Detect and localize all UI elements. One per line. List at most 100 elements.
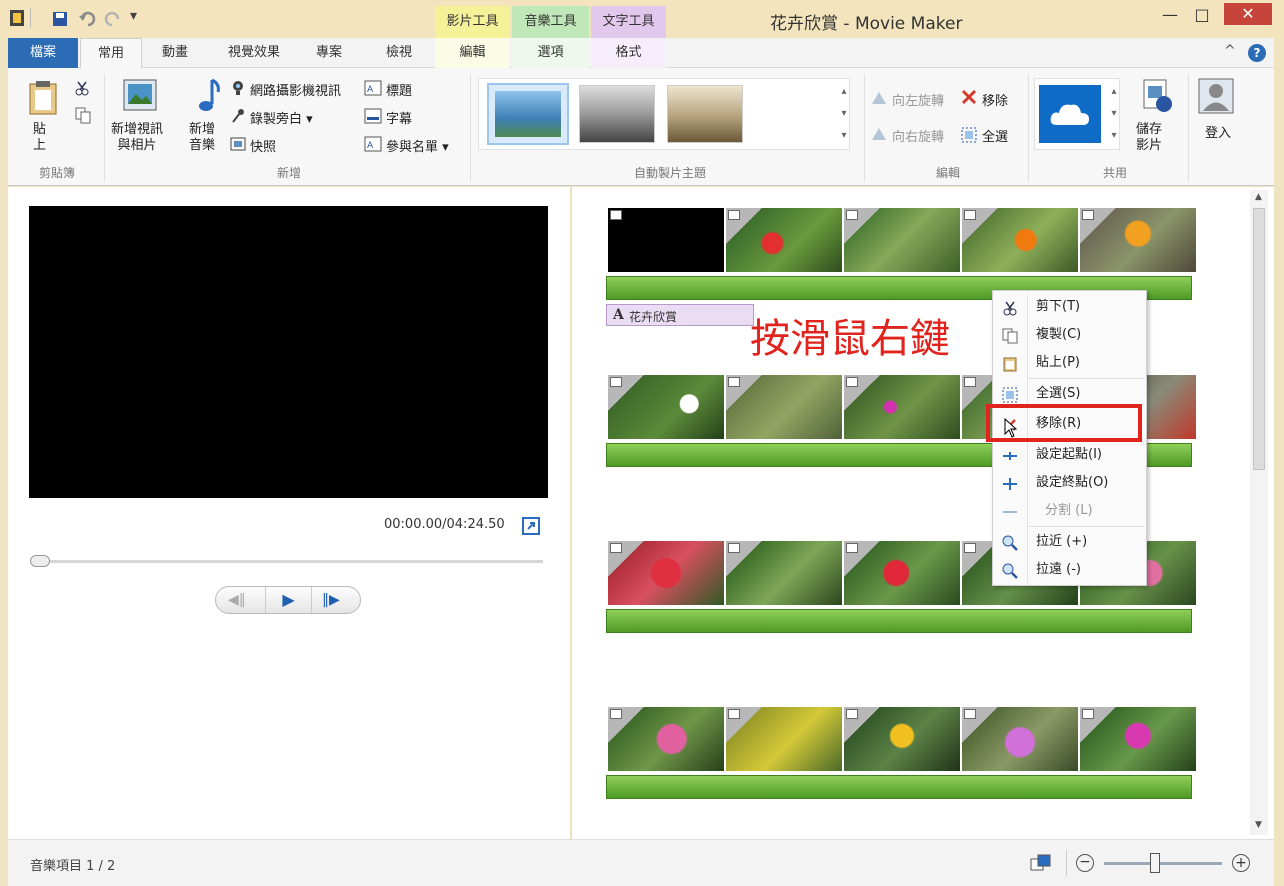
scroll-up-icon[interactable]: ▲ [1255, 192, 1262, 202]
maximize-button[interactable]: □ [1188, 4, 1216, 28]
user-avatar-icon[interactable] [1198, 78, 1234, 114]
next-frame-button[interactable]: ‖▶ [322, 592, 340, 608]
copy-icon[interactable] [74, 106, 92, 124]
tab-project[interactable]: 專案 [298, 38, 360, 68]
scroll-thumb[interactable] [1253, 208, 1265, 470]
group-label-themes: 自動製片主題 [633, 166, 706, 180]
scissors-icon[interactable] [74, 80, 90, 96]
group-separator [104, 74, 105, 182]
flower-clip[interactable] [608, 707, 724, 771]
tab-view[interactable]: 檢視 [368, 38, 430, 68]
close-button[interactable]: ✕ [1224, 3, 1272, 25]
copy-icon [1002, 328, 1018, 344]
theme-default[interactable] [487, 83, 569, 145]
vertical-scrollbar[interactable]: ▲ ▼ [1250, 190, 1268, 835]
tab-home[interactable]: 常用 [80, 38, 142, 68]
tab-animations[interactable]: 動畫 [146, 38, 204, 68]
menu-item-set-end[interactable]: 設定終點(O) [993, 470, 1148, 496]
clip-badge-icon [846, 543, 858, 553]
zoom-slider-thumb[interactable] [1150, 853, 1160, 873]
help-icon[interactable]: ? [1248, 44, 1266, 62]
previous-frame-button[interactable]: ◀‖ [228, 592, 246, 608]
webcam-video-button[interactable]: 網路攝影機視訊 [250, 80, 341, 99]
seek-thumb[interactable] [30, 555, 50, 567]
paste-icon[interactable] [28, 80, 58, 116]
collapse-ribbon-icon[interactable]: ^ [1224, 43, 1236, 59]
add-media-icon[interactable] [120, 78, 158, 114]
share-gallery: ▴ ▾ ▾ [1034, 78, 1120, 150]
music-track[interactable] [606, 775, 1192, 799]
text-overlay-track[interactable]: A 花卉欣賞 [606, 304, 754, 326]
menu-item-cut[interactable]: 剪下(T) [993, 294, 1148, 320]
flower-clip[interactable] [608, 375, 724, 439]
seek-bar[interactable] [30, 560, 543, 563]
scroll-down-icon[interactable]: ▼ [1255, 820, 1262, 830]
flower-clip[interactable] [844, 375, 960, 439]
flower-clip[interactable] [608, 541, 724, 605]
menu-item-paste[interactable]: 貼上(P) [993, 350, 1148, 376]
flower-clip[interactable] [844, 541, 960, 605]
onedrive-share-button[interactable] [1039, 85, 1101, 143]
menu-item-set-start[interactable]: 設定起點(I) [993, 442, 1148, 468]
redo-icon[interactable] [104, 10, 122, 28]
music-note-icon[interactable] [192, 76, 224, 116]
menu-item-label: 分割 (L) [1045, 503, 1093, 518]
save-movie-icon[interactable] [1140, 78, 1174, 114]
tab-music-options[interactable]: 選項 [512, 38, 589, 68]
quick-access-dropdown-icon[interactable]: ▾ [130, 8, 137, 24]
flower-clip[interactable] [962, 707, 1078, 771]
flower-clip[interactable] [962, 208, 1078, 272]
theme-sepia[interactable] [667, 85, 743, 143]
tab-video-edit[interactable]: 編輯 [435, 38, 510, 68]
thumbnail-size-icon[interactable] [1030, 854, 1052, 872]
remove-button[interactable]: 移除 [982, 90, 1008, 109]
credits-button[interactable]: 參與名單 ▾ [386, 136, 449, 155]
save-movie-label[interactable]: 儲存 影片 [1136, 122, 1162, 154]
theme-thumbnail [495, 91, 561, 137]
music-track[interactable] [606, 609, 1192, 633]
tab-visual-effects[interactable]: 視覺效果 [214, 38, 294, 68]
menu-item-copy[interactable]: 複製(C) [993, 322, 1148, 348]
play-button[interactable]: ▶ [265, 587, 312, 613]
set-start-icon [1003, 452, 1017, 460]
flower-clip[interactable] [844, 208, 960, 272]
clip-badge-icon [728, 210, 740, 220]
sign-in-button[interactable]: 登入 [1205, 122, 1231, 141]
rotate-right-button[interactable]: 向右旋轉 [892, 126, 944, 145]
black-title-clip[interactable] [608, 208, 724, 272]
flower-clip[interactable] [726, 375, 842, 439]
rotate-left-button[interactable]: 向左旋轉 [892, 90, 944, 109]
save-icon[interactable] [52, 11, 68, 27]
tab-text-format[interactable]: 格式 [591, 38, 666, 68]
paste-label[interactable]: 貼 上 [33, 122, 46, 154]
tab-file[interactable]: 檔案 [8, 38, 78, 68]
add-music-label[interactable]: 新增 音樂 [189, 122, 215, 154]
flower-clip[interactable] [1080, 707, 1196, 771]
zoom-slider[interactable] [1104, 862, 1222, 865]
caption-button[interactable]: 字幕 [386, 108, 412, 127]
title-button[interactable]: 標題 [386, 80, 412, 99]
fullscreen-icon[interactable] [522, 517, 540, 535]
clip-badge-icon [964, 543, 976, 553]
theme-black-white[interactable] [579, 85, 655, 143]
flower-clip[interactable] [726, 208, 842, 272]
select-all-button[interactable]: 全選 [982, 126, 1008, 145]
flower-clip[interactable] [844, 707, 960, 771]
record-narration-button[interactable]: 錄製旁白 ▾ [250, 108, 313, 127]
menu-item-zoom-in[interactable]: 拉近 (+) [993, 529, 1148, 555]
ribbon-tab-row: 檔案 常用 動畫 視覺效果 專案 檢視 編輯 選項 格式 ^ ? [8, 38, 1274, 68]
flower-clip[interactable] [726, 541, 842, 605]
flower-clip[interactable] [726, 707, 842, 771]
zoom-out-button[interactable]: − [1076, 854, 1094, 872]
menu-item-zoom-out[interactable]: 拉遠 (-) [993, 557, 1148, 583]
share-gallery-scroll[interactable]: ▴ ▾ ▾ [1107, 81, 1121, 147]
undo-icon[interactable] [78, 10, 96, 28]
snapshot-button[interactable]: 快照 [250, 136, 276, 155]
gallery-scroll[interactable]: ▴ ▾ ▾ [837, 81, 851, 147]
minimize-button[interactable]: — [1156, 4, 1184, 28]
add-media-label[interactable]: 新增視訊 與相片 [111, 122, 163, 154]
clip-badge-icon [1082, 709, 1094, 719]
zoom-in-button[interactable]: + [1232, 854, 1250, 872]
group-separator [1188, 74, 1189, 182]
flower-clip[interactable] [1080, 208, 1196, 272]
